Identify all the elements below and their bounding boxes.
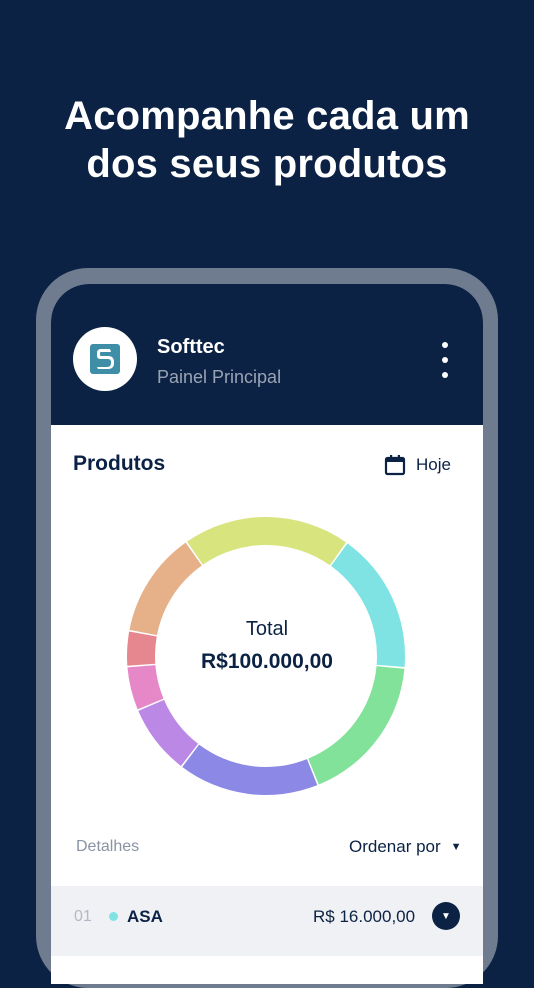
sort-label: Ordenar por bbox=[349, 837, 441, 856]
donut-slice-4 bbox=[138, 699, 199, 766]
donut-slice-8 bbox=[186, 517, 347, 566]
row-value: R$ 16.000,00 bbox=[313, 907, 416, 926]
row-index: 01 bbox=[74, 908, 92, 925]
company-name: Softtec bbox=[157, 336, 225, 358]
app-screen: Softtec Painel Principal Produtos Hoje T… bbox=[51, 284, 483, 984]
section-title: Produtos bbox=[73, 452, 166, 475]
row-product-name: ASA bbox=[127, 907, 163, 926]
chart-center-value: R$100.000,00 bbox=[201, 650, 333, 673]
row-color-dot bbox=[109, 912, 118, 921]
headline-line-1: Acompanhe cada um bbox=[64, 94, 470, 138]
calendar-icon bbox=[384, 455, 406, 476]
chart-center-label: Total bbox=[245, 618, 289, 640]
caret-down-icon: ▼ bbox=[450, 841, 462, 853]
donut-slice-2 bbox=[308, 666, 405, 785]
donut-slice-1 bbox=[331, 543, 406, 668]
donut-slice-3 bbox=[182, 744, 318, 795]
date-filter-button[interactable]: Hoje bbox=[384, 452, 451, 478]
softtec-logo-icon bbox=[90, 344, 120, 374]
headline: Acompanhe cada um dos seus produtos bbox=[0, 92, 534, 188]
details-label: Detalhes bbox=[76, 838, 140, 855]
date-filter-label: Hoje bbox=[416, 455, 451, 474]
sort-button[interactable]: Ordenar por ▼ bbox=[349, 837, 462, 857]
headline-line-2: dos seus produtos bbox=[86, 142, 448, 186]
more-vertical-icon[interactable] bbox=[435, 342, 455, 378]
chevron-down-icon[interactable]: ▼ bbox=[432, 902, 460, 930]
app-header: Softtec Painel Principal bbox=[51, 284, 483, 425]
list-item[interactable]: 01 ASA R$ 16.000,00 ▼ bbox=[51, 886, 483, 956]
avatar[interactable] bbox=[73, 327, 137, 391]
phone-frame: Softtec Painel Principal Produtos Hoje T… bbox=[36, 268, 498, 988]
page-subtitle: Painel Principal bbox=[157, 367, 282, 387]
